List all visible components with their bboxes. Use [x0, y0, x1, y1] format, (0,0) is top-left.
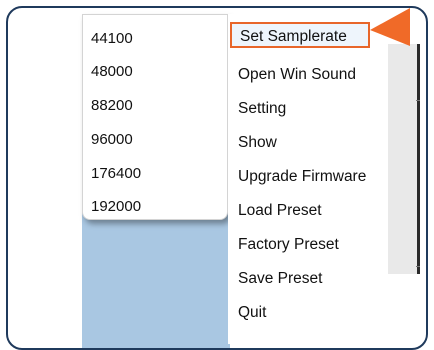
screenshot-frame: 44100 48000 88200 96000 176400 192000 Se… — [6, 6, 428, 350]
submenu-item-96000[interactable]: 96000 — [91, 128, 133, 152]
menu-item-setting[interactable]: Setting — [238, 96, 286, 122]
background-window-edge — [383, 44, 420, 274]
submenu-item-48000[interactable]: 48000 — [91, 60, 133, 84]
pointer-arrow-icon — [370, 8, 410, 46]
menu-item-show[interactable]: Show — [238, 130, 277, 156]
menu-item-factory-preset[interactable]: Factory Preset — [238, 232, 339, 258]
submenu-item-44100[interactable]: 44100 — [91, 27, 133, 51]
menu-item-quit[interactable]: Quit — [238, 300, 266, 326]
context-menu: Set Samplerate Open Win Sound Setting Sh… — [228, 14, 388, 344]
menu-item-load-preset[interactable]: Load Preset — [238, 198, 322, 224]
menu-item-save-preset[interactable]: Save Preset — [238, 266, 322, 292]
window-border — [417, 44, 420, 274]
menu-item-open-win-sound[interactable]: Open Win Sound — [238, 62, 356, 88]
samplerate-submenu: 44100 48000 88200 96000 176400 192000 — [82, 14, 228, 220]
edge-tick — [416, 266, 420, 267]
submenu-item-88200[interactable]: 88200 — [91, 94, 133, 118]
edge-tick — [416, 100, 420, 101]
submenu-item-176400[interactable]: 176400 — [91, 162, 141, 186]
menu-item-set-samplerate[interactable]: Set Samplerate — [230, 22, 370, 48]
menu-item-upgrade-firmware[interactable]: Upgrade Firmware — [238, 164, 366, 190]
submenu-item-192000[interactable]: 192000 — [91, 195, 141, 219]
